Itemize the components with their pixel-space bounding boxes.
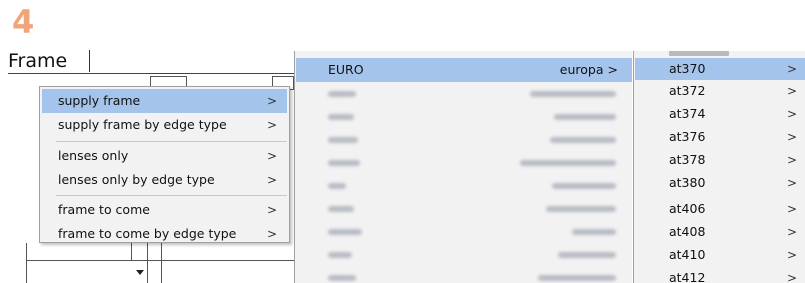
model-label: at378 <box>669 152 706 167</box>
submenu-item-at380[interactable]: at380 > <box>635 172 805 194</box>
dropdown-arrow-icon[interactable] <box>136 270 144 275</box>
submenu-item-at374[interactable]: at374 > <box>635 103 805 125</box>
redacted-code <box>328 160 360 166</box>
chevron-right-icon: > <box>266 227 277 241</box>
redacted-code <box>328 183 346 189</box>
submenu-item-redacted[interactable] <box>296 82 632 106</box>
screenshot-stage: 4 Frame supply frame > supply frame by e… <box>0 0 805 283</box>
redacted-code <box>328 206 354 212</box>
redacted-code <box>328 137 358 143</box>
redacted-name <box>554 114 616 120</box>
submenu-item-at370[interactable]: at370 > <box>635 58 805 80</box>
region-name-with-arrow: europa > <box>560 58 618 82</box>
redacted-code <box>328 91 356 97</box>
clipped-item-top <box>669 51 729 56</box>
chevron-right-icon: > <box>786 62 797 76</box>
chevron-right-icon: > <box>786 248 797 262</box>
redacted-name <box>558 252 616 258</box>
form-field-border <box>161 243 162 283</box>
chevron-right-icon: > <box>786 225 797 239</box>
chevron-right-icon: > <box>607 62 618 77</box>
menu-item-supply-frame-by-edge-type[interactable]: supply frame by edge type > <box>42 113 287 137</box>
chevron-right-icon: > <box>266 118 277 132</box>
model-label: at374 <box>669 106 706 121</box>
step-number-badge: 4 <box>12 3 35 41</box>
redacted-name <box>520 160 616 166</box>
redacted-code <box>328 114 354 120</box>
model-label: at406 <box>669 201 706 216</box>
submenu-regions: EURO europa > <box>294 51 632 283</box>
chevron-right-icon: > <box>786 84 797 98</box>
submenu-item-redacted[interactable] <box>296 197 632 221</box>
frame-label: Frame <box>8 50 68 72</box>
menu-item-frame-to-come-by-edge-type[interactable]: frame to come by edge type > <box>42 222 287 246</box>
text-cursor <box>89 50 90 72</box>
chevron-right-icon: > <box>786 202 797 216</box>
submenu-item-redacted[interactable] <box>296 105 632 129</box>
submenu-item-at410[interactable]: at410 > <box>635 244 805 266</box>
submenu-models: at370 > at372 > at374 > at376 > at378 > … <box>633 51 805 283</box>
submenu-item-at378[interactable]: at378 > <box>635 149 805 171</box>
submenu-item-redacted[interactable] <box>296 266 632 283</box>
model-label: at412 <box>669 270 706 283</box>
menu-item-supply-frame[interactable]: supply frame > <box>42 89 287 113</box>
chevron-right-icon: > <box>786 271 797 283</box>
chevron-right-icon: > <box>266 203 277 217</box>
menu-item-label: supply frame by edge type <box>58 117 227 132</box>
redacted-name <box>530 91 616 97</box>
submenu-item-redacted[interactable] <box>296 151 632 175</box>
model-label: at408 <box>669 224 706 239</box>
chevron-right-icon: > <box>266 149 277 163</box>
model-label: at370 <box>669 61 706 76</box>
redacted-name <box>546 206 616 212</box>
redacted-name <box>552 183 616 189</box>
chevron-right-icon: > <box>266 94 277 108</box>
menu-separator <box>56 141 287 142</box>
submenu-item-at412[interactable]: at412 > <box>635 267 805 283</box>
redacted-name <box>572 229 616 235</box>
submenu-item-at406[interactable]: at406 > <box>635 198 805 220</box>
model-label: at376 <box>669 129 706 144</box>
context-menu: supply frame > supply frame by edge type… <box>39 86 290 243</box>
menu-item-label: supply frame <box>58 93 141 108</box>
submenu-item-at408[interactable]: at408 > <box>635 221 805 243</box>
model-label: at410 <box>669 247 706 262</box>
menu-item-label: frame to come by edge type <box>58 226 237 241</box>
redacted-code <box>328 229 362 235</box>
submenu-item-at372[interactable]: at372 > <box>635 80 805 102</box>
submenu-item-euro[interactable]: EURO europa > <box>296 58 632 82</box>
menu-item-lenses-only[interactable]: lenses only > <box>42 144 287 168</box>
submenu-item-redacted[interactable] <box>296 174 632 198</box>
menu-item-frame-to-come[interactable]: frame to come > <box>42 198 287 222</box>
submenu-item-at376[interactable]: at376 > <box>635 126 805 148</box>
redacted-name <box>538 275 616 281</box>
menu-item-label: lenses only <box>58 148 129 163</box>
submenu-item-redacted[interactable] <box>296 243 632 267</box>
redacted-code <box>328 275 356 281</box>
redacted-code <box>328 252 352 258</box>
submenu-item-redacted[interactable] <box>296 128 632 152</box>
model-label: at380 <box>669 175 706 190</box>
region-name: europa <box>559 62 604 77</box>
form-field-border <box>147 243 148 283</box>
redacted-name <box>550 137 616 143</box>
menu-item-label: frame to come <box>58 202 150 217</box>
menu-separator <box>56 195 287 196</box>
model-label: at372 <box>669 83 706 98</box>
chevron-right-icon: > <box>266 173 277 187</box>
submenu-item-redacted[interactable] <box>296 220 632 244</box>
menu-item-lenses-only-by-edge-type[interactable]: lenses only by edge type > <box>42 168 287 192</box>
form-field-border <box>26 243 27 283</box>
chevron-right-icon: > <box>786 130 797 144</box>
frame-header-divider <box>8 73 298 74</box>
chevron-right-icon: > <box>786 176 797 190</box>
chevron-right-icon: > <box>786 153 797 167</box>
chevron-right-icon: > <box>786 107 797 121</box>
menu-item-label: lenses only by edge type <box>58 172 215 187</box>
region-code: EURO <box>328 62 364 77</box>
